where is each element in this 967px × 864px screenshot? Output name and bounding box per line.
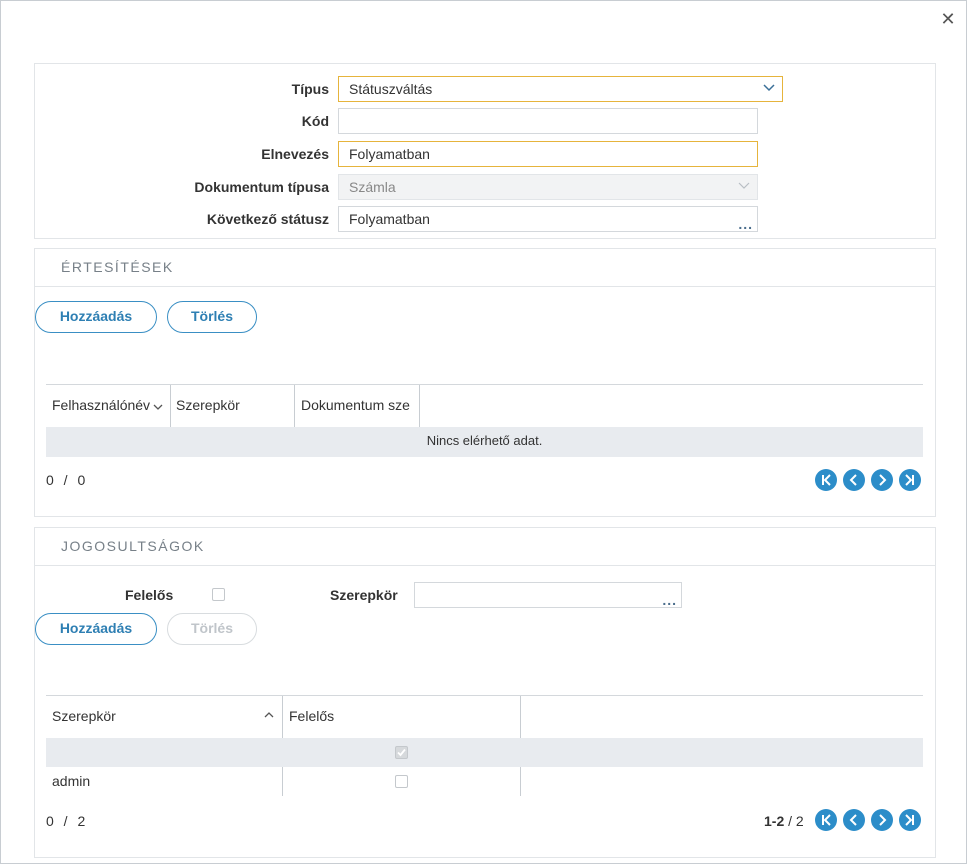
type-value: Státuszváltás (349, 81, 433, 97)
permissions-grid-header: Szerepkör Felelős (46, 696, 923, 796)
column-role[interactable]: Szerepkör (170, 385, 294, 427)
doctype-row: Dokumentum típusa Számla (35, 174, 937, 200)
ellipsis-icon[interactable]: ... (738, 217, 753, 231)
sort-ascending-icon (264, 712, 274, 718)
close-icon[interactable]: ✕ (939, 11, 957, 29)
column-responsible[interactable]: Felelős (283, 696, 519, 738)
name-value: Folyamatban (349, 146, 430, 162)
notifications-grid: Felhasználónév Szerepkör Dokumentum sze … (46, 384, 923, 457)
next-status-lookup[interactable]: Folyamatban ... (338, 206, 758, 232)
ellipsis-icon[interactable]: ... (662, 593, 677, 607)
next-page-icon[interactable] (871, 809, 893, 831)
notifications-delete-button[interactable]: Törlés (167, 301, 257, 333)
row-role (46, 738, 282, 767)
permissions-grid: Szerepkör Felelős admin (46, 695, 923, 796)
name-label: Elnevezés (261, 146, 329, 162)
notifications-header: ÉRTESÍTÉSEK (35, 249, 935, 287)
responsible-checkbox[interactable] (212, 588, 225, 601)
code-input[interactable] (338, 108, 758, 134)
pager-total: / 2 (784, 813, 804, 829)
permissions-add-button[interactable]: Hozzáadás (35, 613, 157, 645)
notifications-add-button[interactable]: Hozzáadás (35, 301, 157, 333)
prev-page-icon[interactable] (843, 809, 865, 831)
chevron-down-icon (763, 84, 775, 92)
row-responsible-checkbox (395, 775, 408, 788)
responsible-label: Felelős (125, 587, 174, 603)
notifications-pager-count: 0 / 0 (46, 472, 86, 488)
column-document[interactable]: Dokumentum sze (295, 385, 419, 427)
permissions-pager-range: 1-2 / 2 (764, 813, 804, 829)
permissions-header: JOGOSULTSÁGOK (35, 528, 935, 566)
row-responsible-checkbox (395, 746, 408, 759)
sort-icon (153, 404, 163, 410)
doctype-value: Számla (349, 179, 396, 195)
first-page-icon[interactable] (815, 809, 837, 831)
prev-page-icon[interactable] (843, 469, 865, 491)
last-page-icon[interactable] (899, 469, 921, 491)
role-lookup[interactable]: ... (414, 582, 682, 608)
pager-range-value: 1-2 (764, 813, 785, 829)
code-label: Kód (301, 113, 329, 129)
permissions-pager-count: 0 / 2 (46, 813, 86, 829)
table-row[interactable] (46, 738, 923, 767)
name-row: Elnevezés Folyamatban (35, 141, 937, 167)
column-username[interactable]: Felhasználónév (46, 385, 160, 427)
role-label: Szerepkör (330, 587, 398, 603)
next-status-label: Következő státusz (206, 211, 329, 227)
doctype-label: Dokumentum típusa (194, 179, 329, 195)
row-role: admin (52, 773, 91, 789)
type-select[interactable]: Státuszváltás (338, 76, 783, 102)
next-status-value: Folyamatban (349, 211, 430, 227)
doctype-select: Számla (338, 174, 758, 200)
table-row[interactable]: admin (46, 767, 923, 796)
notifications-grid-header: Felhasználónév Szerepkör Dokumentum sze (46, 385, 923, 427)
empty-message: Nincs elérhető adat. (46, 427, 923, 457)
permissions-delete-button: Törlés (167, 613, 257, 645)
dialog: ✕ Típus Státuszváltás Kód Elnevezés Foly… (0, 0, 967, 864)
general-form-panel: Típus Státuszváltás Kód Elnevezés Folyam… (34, 63, 936, 239)
type-row: Típus Státuszváltás (35, 76, 937, 102)
notifications-panel: ÉRTESÍTÉSEK Hozzáadás Törlés Felhasználó… (34, 248, 936, 517)
first-page-icon[interactable] (815, 469, 837, 491)
column-role[interactable]: Szerepkör (46, 696, 282, 738)
name-input[interactable]: Folyamatban (338, 141, 758, 167)
next-status-row: Következő státusz Folyamatban ... (35, 206, 937, 232)
code-row: Kód (35, 108, 937, 134)
last-page-icon[interactable] (899, 809, 921, 831)
next-page-icon[interactable] (871, 469, 893, 491)
permissions-panel: JOGOSULTSÁGOK Felelős Szerepkör ... Hozz… (34, 527, 936, 858)
chevron-down-icon (738, 182, 750, 189)
type-label: Típus (291, 81, 329, 97)
